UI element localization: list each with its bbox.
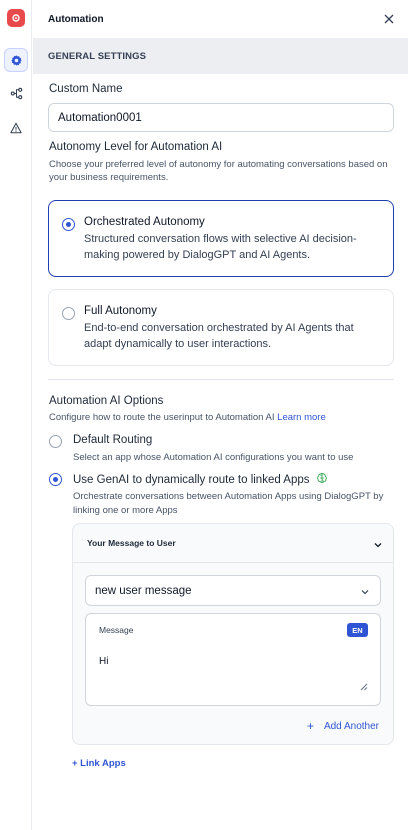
divider: [48, 379, 394, 380]
warning-icon[interactable]: [4, 116, 28, 140]
panel-title: Automation: [48, 13, 104, 25]
plus-icon: +: [306, 719, 314, 733]
genai-routing-description: Orchestrate conversations between Automa…: [73, 491, 384, 516]
radio-genai-routing[interactable]: [49, 473, 62, 486]
add-another-button[interactable]: + Add Another: [307, 719, 379, 733]
message-config-card: Your Message to User new user message Me…: [72, 523, 394, 745]
panel-header: Automation: [33, 0, 408, 38]
radio-orchestrated[interactable]: [62, 218, 75, 231]
radio-full-autonomy[interactable]: [62, 307, 75, 320]
message-text[interactable]: Hi: [99, 656, 108, 667]
chevron-down-icon: [360, 587, 370, 600]
message-type-select[interactable]: new user message: [85, 575, 381, 606]
option-description: End-to-end conversation orchestrated by …: [84, 322, 354, 350]
ai-options-description-text: Configure how to route the userinput to …: [49, 412, 275, 423]
option-title: Orchestrated Autonomy: [84, 216, 205, 228]
link-apps-button[interactable]: + Link Apps: [72, 758, 126, 769]
ai-options-description: Configure how to route the userinput to …: [49, 411, 326, 424]
autonomy-description: Choose your preferred level of autonomy …: [49, 159, 388, 183]
language-badge[interactable]: EN: [347, 623, 368, 637]
message-type-value: new user message: [95, 584, 192, 597]
brain-icon: [316, 472, 328, 487]
learn-more-link[interactable]: Learn more: [277, 412, 326, 423]
default-routing-description: Select an app whose Automation AI config…: [73, 452, 354, 463]
message-editor[interactable]: Message EN Hi: [85, 613, 381, 706]
icon-rail: [0, 0, 32, 830]
flow-icon[interactable]: [4, 81, 28, 105]
default-routing-title: Default Routing: [73, 434, 153, 446]
option-title: Full Autonomy: [84, 305, 157, 317]
resize-handle-icon[interactable]: [360, 678, 368, 696]
option-full-autonomy[interactable]: Full Autonomy End-to-end conversation or…: [48, 289, 394, 366]
logo-icon: [7, 9, 25, 27]
option-description: Structured conversation flows with selec…: [84, 233, 357, 261]
message-label: Message: [99, 625, 134, 635]
section-header: GENERAL SETTINGS: [33, 38, 408, 74]
radio-default-routing[interactable]: [49, 435, 62, 448]
custom-name-input[interactable]: [48, 103, 394, 132]
autonomy-label: Autonomy Level for Automation AI: [49, 141, 223, 153]
message-config-title: Your Message to User: [87, 538, 176, 548]
add-another-label: Add Another: [323, 720, 379, 732]
automation-panel: Automation GENERAL SETTINGS Custom Name …: [33, 0, 408, 830]
close-icon[interactable]: [382, 12, 396, 26]
genai-routing-title: Use GenAI to dynamically route to linked…: [73, 473, 310, 486]
option-orchestrated-autonomy[interactable]: Orchestrated Autonomy Structured convers…: [48, 200, 394, 277]
ai-options-label: Automation AI Options: [49, 395, 164, 407]
section-title: GENERAL SETTINGS: [48, 50, 147, 62]
message-config-header[interactable]: Your Message to User: [73, 524, 393, 562]
chevron-down-icon[interactable]: [373, 537, 383, 555]
gear-icon[interactable]: [4, 48, 28, 72]
custom-name-label: Custom Name: [49, 83, 123, 95]
genai-routing-title-row: Use GenAI to dynamically route to linked…: [73, 472, 328, 487]
divider: [73, 562, 393, 563]
